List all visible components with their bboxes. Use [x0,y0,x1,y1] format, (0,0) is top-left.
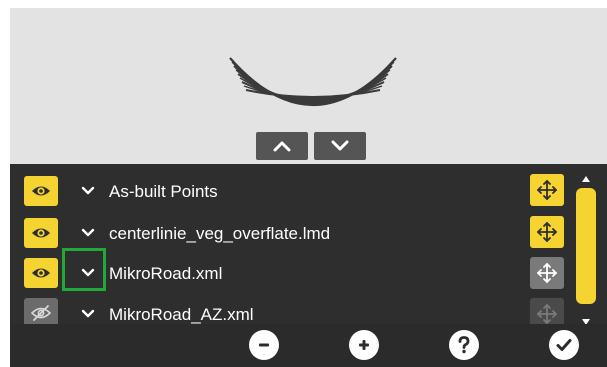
eye-icon [32,186,50,196]
minus-circle-icon [259,343,269,347]
layer-name: centerlinie_veg_overflate.lmd [109,224,331,243]
scrollbar-thumb[interactable] [576,188,596,304]
add-layer-button[interactable] [349,330,379,360]
road-curve-graphic [229,57,397,106]
move-layer-button[interactable] [530,257,564,289]
visibility-toggle-button[interactable] [24,258,58,288]
expand-toggle[interactable] [78,223,98,243]
expand-toggle[interactable] [78,181,98,201]
remove-layer-button[interactable] [249,330,279,360]
question-circle-icon [458,336,470,354]
scroll-up-arrow-icon[interactable] [581,175,591,183]
plus-circle-icon [359,340,369,350]
help-button[interactable] [449,330,479,360]
map-preview[interactable] [10,8,607,164]
move-arrows-icon [537,263,557,283]
visibility-toggle-button[interactable] [24,218,58,248]
eye-off-icon [30,305,52,321]
scroll-up-button[interactable] [256,132,308,160]
move-arrows-icon [537,180,557,200]
layer-row[interactable]: centerlinie_veg_overflate.lmd [10,213,607,253]
app-window: As-built Points centerlinie_veg_overflat… [10,8,607,367]
chevron-up-icon [273,141,291,152]
scroll-down-button[interactable] [314,132,366,160]
confirm-button[interactable] [549,330,579,360]
chevron-down-icon [81,186,95,195]
move-layer-button[interactable] [530,216,564,248]
move-arrows-icon [537,222,557,242]
expand-toggle[interactable] [78,304,98,324]
check-circle-icon [556,339,572,351]
chevron-down-icon [81,228,95,237]
layer-row[interactable]: As-built Points [10,171,607,211]
eye-icon [32,228,50,238]
move-layer-button[interactable] [530,174,564,206]
visibility-toggle-button[interactable] [24,176,58,206]
chevron-down-icon [331,140,349,151]
move-arrows-icon [537,304,557,324]
selection-highlight [62,248,106,291]
chevron-down-icon [81,309,95,318]
layer-scrollbar[interactable] [572,172,602,327]
bottom-toolbar [10,324,607,367]
layer-name: As-built Points [109,182,218,201]
layer-name: MikroRoad_AZ.xml [109,305,254,324]
layer-name: MikroRoad.xml [109,264,223,283]
eye-icon [32,268,50,278]
